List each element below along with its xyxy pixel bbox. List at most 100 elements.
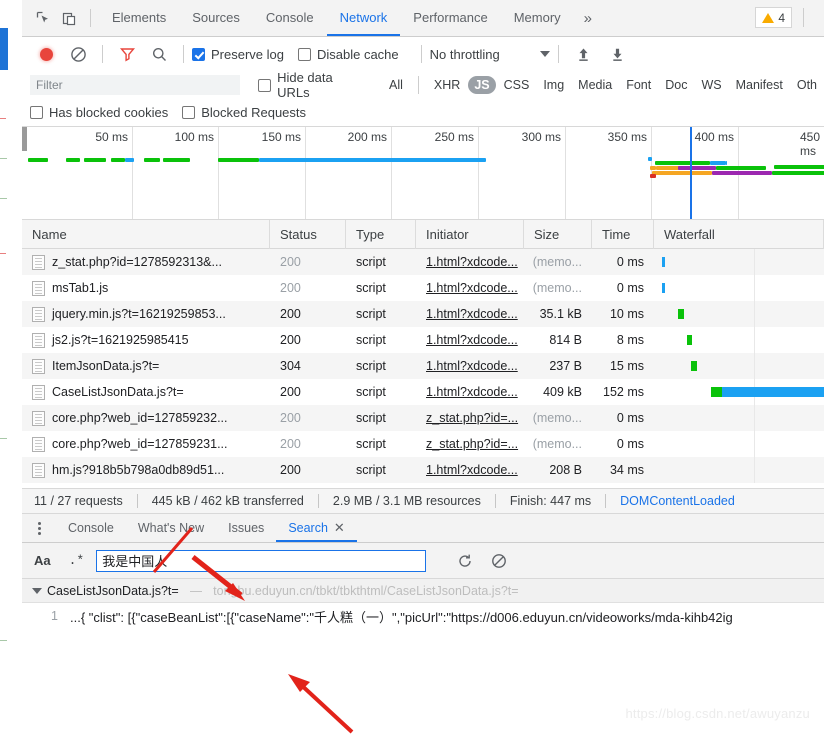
request-initiator[interactable]: 1.html?xdcode... xyxy=(426,359,518,373)
drawer-tab-whats-new[interactable]: What's New xyxy=(126,514,216,542)
overview-gridline xyxy=(132,127,133,219)
table-row[interactable]: ItemJsonData.js?t= 304 script 1.html?xdc… xyxy=(22,353,824,379)
column-header-size[interactable]: Size xyxy=(524,220,592,249)
preserve-log-checkbox[interactable] xyxy=(192,47,205,61)
column-header-status[interactable]: Status xyxy=(270,220,346,249)
import-har-button[interactable] xyxy=(567,42,601,66)
devtools-tabbar: Elements Sources Console Network Perform… xyxy=(22,0,824,37)
request-initiator[interactable]: 1.html?xdcode... xyxy=(426,281,518,295)
record-button[interactable] xyxy=(30,42,62,66)
export-har-button[interactable] xyxy=(601,42,635,66)
filter-type-doc[interactable]: Doc xyxy=(659,76,693,94)
table-row[interactable]: core.php?web_id=127859231... 200 script … xyxy=(22,431,824,457)
filter-type-xhr[interactable]: XHR xyxy=(428,76,466,94)
table-row[interactable]: core.php?web_id=127859232... 200 script … xyxy=(22,405,824,431)
preserve-log-label[interactable]: Preserve log xyxy=(211,47,284,62)
regex-toggle[interactable]: .* xyxy=(69,553,85,568)
filter-input[interactable] xyxy=(30,75,241,95)
search-clear-button[interactable] xyxy=(482,553,516,569)
request-status: 304 xyxy=(280,359,301,373)
clear-button[interactable] xyxy=(62,42,94,66)
table-row[interactable]: js2.js?t=1621925985415 200 script 1.html… xyxy=(22,327,824,353)
chevron-down-icon[interactable] xyxy=(32,587,42,594)
tab-elements[interactable]: Elements xyxy=(99,0,179,36)
hide-data-urls-checkbox[interactable] xyxy=(258,78,272,92)
filter-type-font[interactable]: Font xyxy=(620,76,657,94)
request-initiator[interactable]: 1.html?xdcode... xyxy=(426,463,518,477)
search-input[interactable] xyxy=(96,549,427,572)
column-header-name[interactable]: Name xyxy=(22,220,270,249)
filter-type-css[interactable]: CSS xyxy=(498,76,536,94)
request-initiator[interactable]: 1.html?xdcode... xyxy=(426,333,518,347)
request-type: script xyxy=(356,437,386,451)
drawer-tab-issues[interactable]: Issues xyxy=(216,514,276,542)
page-left-strip xyxy=(0,0,22,735)
tab-memory[interactable]: Memory xyxy=(501,0,574,36)
filter-divider xyxy=(417,76,419,94)
overview-tick-label: 250 ms xyxy=(434,130,474,144)
table-row[interactable]: z_stat.php?id=1278592313&... 200 script … xyxy=(22,249,824,275)
table-row[interactable]: CaseListJsonData.js?t= 200 script 1.html… xyxy=(22,379,824,405)
filter-type-media[interactable]: Media xyxy=(572,76,618,94)
request-initiator[interactable]: 1.html?xdcode... xyxy=(426,385,518,399)
tab-console[interactable]: Console xyxy=(253,0,327,36)
request-initiator[interactable]: 1.html?xdcode... xyxy=(426,255,518,269)
filter-type-all[interactable]: All xyxy=(383,76,409,94)
overview-tick-label: 200 ms xyxy=(347,130,387,144)
search-refresh-button[interactable] xyxy=(448,553,482,569)
filter-button[interactable] xyxy=(111,42,143,66)
overview-request-bar xyxy=(163,158,190,162)
disable-cache-label[interactable]: Disable cache xyxy=(317,47,399,62)
more-tabs-icon[interactable]: » xyxy=(574,10,602,27)
request-waterfall xyxy=(654,301,824,327)
table-row[interactable]: msTab1.js 200 script 1.html?xdcode... (m… xyxy=(22,275,824,301)
request-initiator[interactable]: 1.html?xdcode... xyxy=(426,307,518,321)
column-header-waterfall[interactable]: Waterfall xyxy=(654,220,824,249)
filter-type-manifest[interactable]: Manifest xyxy=(730,76,789,94)
tab-performance[interactable]: Performance xyxy=(400,0,500,36)
request-name: CaseListJsonData.js?t= xyxy=(52,385,184,399)
search-result-line-text: ...{ "clist": [{"caseBeanList":[{"caseNa… xyxy=(70,609,733,625)
has-blocked-cookies-checkbox[interactable] xyxy=(30,106,43,119)
search-result-group[interactable]: CaseListJsonData.js?t= — tongbu.eduyun.c… xyxy=(22,579,824,603)
tab-sources[interactable]: Sources xyxy=(179,0,253,36)
request-status: 200 xyxy=(280,437,301,451)
disable-cache-checkbox[interactable] xyxy=(297,47,311,61)
search-result-line[interactable]: 1 ...{ "clist": [{"caseBeanList":[{"case… xyxy=(22,603,824,629)
warning-count-label: 4 xyxy=(778,10,785,25)
match-case-toggle[interactable]: Aa xyxy=(34,553,51,568)
table-row[interactable]: jquery.min.js?t=16219259853... 200 scrip… xyxy=(22,301,824,327)
request-initiator[interactable]: z_stat.php?id=... xyxy=(426,437,518,451)
column-header-type[interactable]: Type xyxy=(346,220,416,249)
inspect-element-icon[interactable] xyxy=(30,6,56,30)
request-waterfall xyxy=(654,457,824,483)
table-row[interactable]: hm.js?918b5b798a0db89d51... 200 script 1… xyxy=(22,457,824,483)
request-size: 814 B xyxy=(549,333,582,347)
search-button[interactable] xyxy=(143,42,175,66)
throttling-select[interactable]: No throttling xyxy=(430,47,550,62)
warning-count-badge[interactable]: 4 xyxy=(755,7,792,28)
blocked-requests-label[interactable]: Blocked Requests xyxy=(201,105,306,120)
column-header-initiator[interactable]: Initiator xyxy=(416,220,524,249)
device-toolbar-icon[interactable] xyxy=(56,6,82,30)
overview-left-handle[interactable] xyxy=(22,127,27,151)
close-icon[interactable]: ✕ xyxy=(334,520,345,535)
blocked-requests-checkbox[interactable] xyxy=(182,106,196,119)
drawer-tab-search[interactable]: Search ✕ xyxy=(276,514,357,542)
tab-network[interactable]: Network xyxy=(326,0,401,36)
kebab-menu-icon[interactable] xyxy=(30,521,48,535)
request-waterfall xyxy=(654,405,824,431)
request-initiator[interactable]: z_stat.php?id=... xyxy=(426,411,518,425)
hide-data-urls-label[interactable]: Hide data URLs xyxy=(277,70,368,100)
drawer-tab-console[interactable]: Console xyxy=(56,514,126,542)
column-header-time[interactable]: Time xyxy=(592,220,654,249)
has-blocked-cookies-label[interactable]: Has blocked cookies xyxy=(49,105,168,120)
overview-request-bar xyxy=(650,174,656,178)
filter-type-other[interactable]: Oth xyxy=(791,76,823,94)
filter-type-img[interactable]: Img xyxy=(537,76,570,94)
summary-resources: 2.9 MB / 3.1 MB resources xyxy=(332,494,481,508)
dom-content-loaded-marker xyxy=(690,127,692,219)
filter-type-js[interactable]: JS xyxy=(468,76,496,94)
network-overview-timeline[interactable]: 50 ms 100 ms 150 ms 200 ms 250 ms 300 ms… xyxy=(22,126,824,220)
filter-type-ws[interactable]: WS xyxy=(695,76,727,94)
